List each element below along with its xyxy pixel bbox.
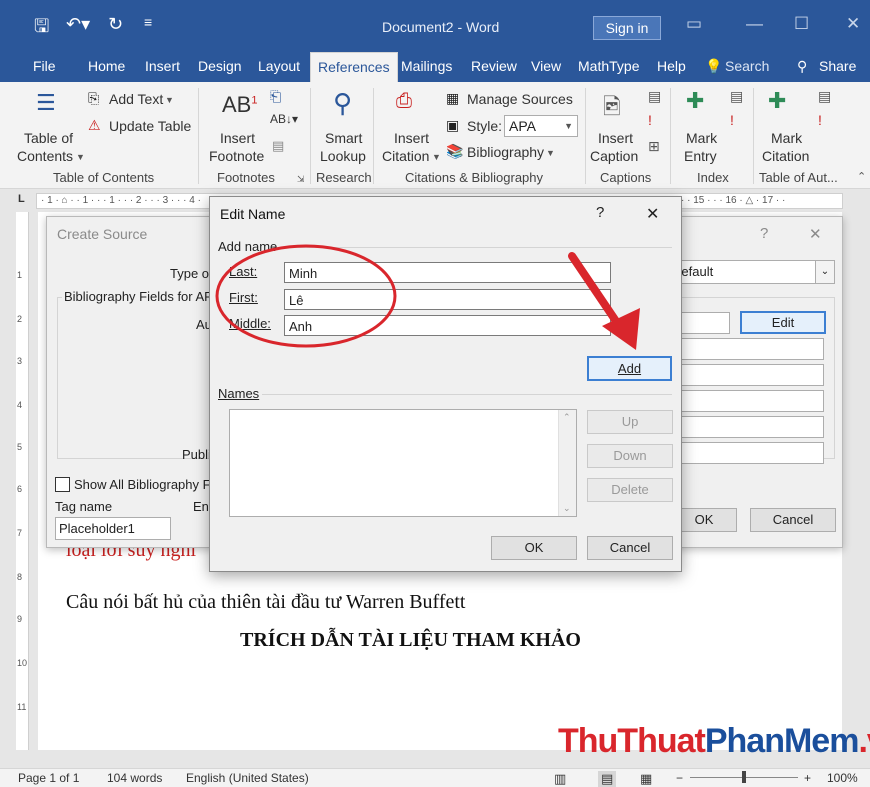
print-layout-icon[interactable]: ▤	[598, 771, 617, 787]
watermark-part-2: PhanMem	[704, 722, 860, 760]
watermark-logo: ThuThuatPhanMem.vn	[558, 722, 870, 761]
word-count[interactable]: 104 words	[107, 771, 162, 785]
status-bar: Page 1 of 1 104 words English (United St…	[0, 768, 870, 787]
read-mode-icon[interactable]: ▥	[554, 771, 566, 787]
annotation-overlay	[215, 244, 640, 350]
zoom-in-icon[interactable]: +	[804, 771, 811, 785]
zoom-out-icon[interactable]: −	[676, 771, 683, 785]
language-status[interactable]: English (United States)	[186, 771, 309, 785]
zoom-level[interactable]: 100%	[827, 771, 858, 785]
watermark-part-1: ThuThuat	[558, 722, 706, 760]
zoom-slider-thumb[interactable]	[742, 771, 746, 783]
web-layout-icon[interactable]: ▦	[640, 771, 652, 787]
watermark-part-3: .vn	[858, 722, 870, 760]
page-count[interactable]: Page 1 of 1	[18, 771, 79, 785]
annotation-circle	[215, 244, 397, 348]
